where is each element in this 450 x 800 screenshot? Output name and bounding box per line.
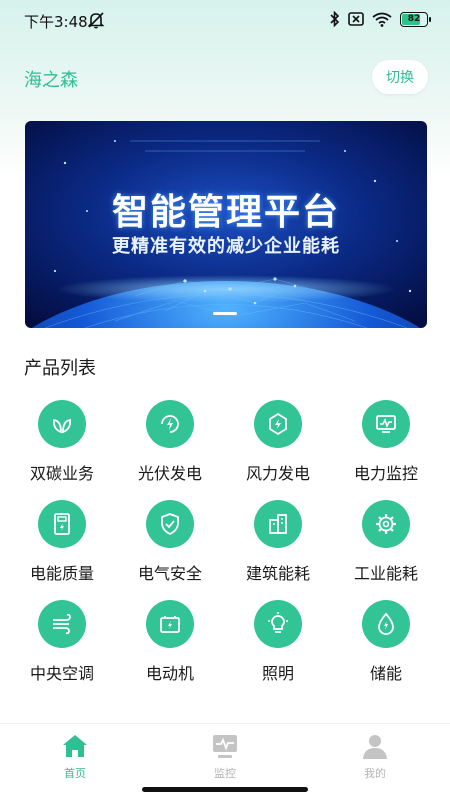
product-solar[interactable]: 光伏发电 (116, 400, 224, 490)
banner[interactable]: 智能管理平台 更精准有效的减少企业能耗 (25, 121, 427, 328)
tab-home[interactable]: 首页 (35, 732, 115, 782)
product-label: 储能 (369, 664, 402, 683)
status-bar: 下午3:48 82 (0, 0, 450, 40)
tab-label: 首页 (64, 767, 86, 780)
no-sim-icon (348, 12, 364, 26)
battery-text: 82 (407, 14, 421, 24)
mute-icon (87, 12, 105, 29)
building-icon (254, 500, 302, 548)
bluetooth-icon (330, 11, 340, 27)
product-dual-carbon[interactable]: 双碳业务 (8, 400, 116, 490)
home-indicator (142, 787, 308, 792)
product-lighting[interactable]: 照明 (224, 600, 332, 690)
product-central-ac[interactable]: 中央空调 (8, 600, 116, 690)
product-list-title: 产品列表 (24, 358, 96, 379)
monitor-icon (213, 735, 237, 758)
home-icon (63, 735, 87, 757)
product-label: 电气安全 (137, 564, 202, 583)
product-wind[interactable]: 风力发电 (224, 400, 332, 490)
status-icons: 82 (330, 11, 431, 27)
product-label: 电能质量 (29, 564, 94, 583)
product-label: 照明 (261, 664, 294, 683)
banner-title: 智能管理平台 (111, 192, 340, 233)
status-time: 下午3:48 (24, 13, 88, 31)
product-label: 工业能耗 (353, 564, 418, 583)
tab-profile[interactable]: 我的 (335, 732, 415, 782)
wind-bolt-icon (254, 400, 302, 448)
product-label: 中央空调 (29, 664, 94, 683)
product-label: 电动机 (145, 664, 194, 683)
shield-icon (146, 500, 194, 548)
monitor-icon (362, 400, 410, 448)
battery-icon (146, 600, 194, 648)
product-label: 光伏发电 (137, 464, 202, 483)
drop-bolt-icon (362, 600, 410, 648)
product-motor[interactable]: 电动机 (116, 600, 224, 690)
product-label: 风力发电 (245, 464, 310, 483)
product-industrial-energy[interactable]: 工业能耗 (332, 500, 440, 590)
product-power-quality[interactable]: 电能质量 (8, 500, 116, 590)
leaves-icon (38, 400, 86, 448)
org-name: 海之森 (24, 70, 78, 91)
tab-label: 监控 (214, 767, 236, 780)
tab-label: 我的 (364, 767, 386, 780)
wifi-icon (372, 12, 392, 27)
product-power-monitor[interactable]: 电力监控 (332, 400, 440, 490)
battery-icon: 82 (400, 11, 431, 27)
user-icon (363, 735, 387, 759)
product-building-energy[interactable]: 建筑能耗 (224, 500, 332, 590)
air-icon (38, 600, 86, 648)
gear-icon (362, 500, 410, 548)
product-label: 建筑能耗 (245, 564, 310, 583)
bulb-icon (254, 600, 302, 648)
product-label: 双碳业务 (29, 464, 94, 483)
product-label: 电力监控 (353, 464, 418, 483)
banner-subtitle: 更精准有效的减少企业能耗 (112, 236, 340, 257)
product-energy-storage[interactable]: 储能 (332, 600, 440, 690)
tab-monitor[interactable]: 监控 (185, 732, 265, 782)
switch-button[interactable]: 切换 (372, 60, 428, 94)
solar-bolt-icon (146, 400, 194, 448)
product-electrical-safety[interactable]: 电气安全 (116, 500, 224, 590)
meter-icon (38, 500, 86, 548)
banner-page-indicator (213, 312, 237, 315)
